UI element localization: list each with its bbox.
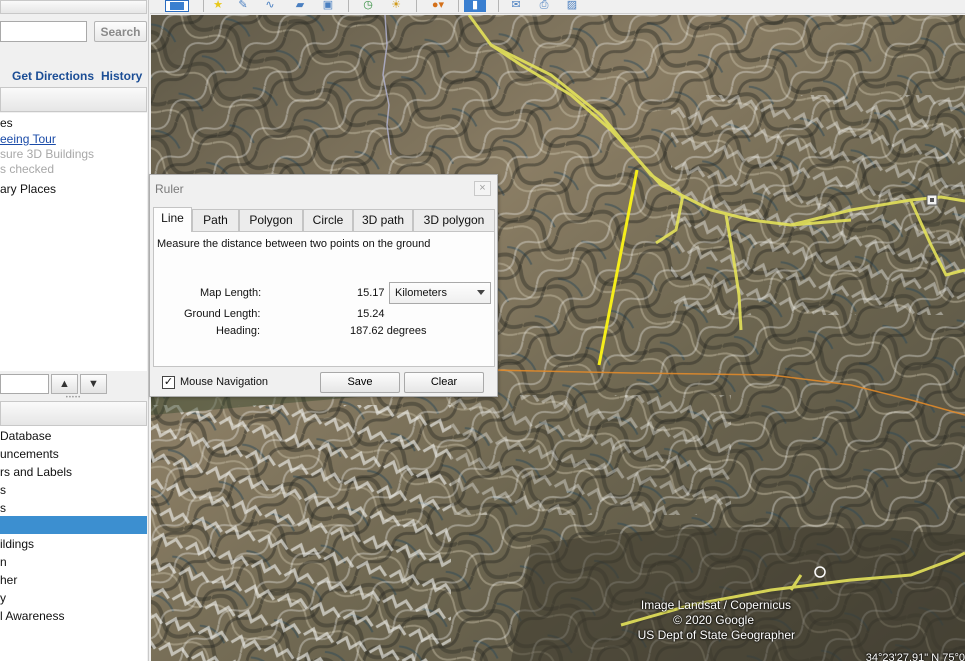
planet-icon: ●▾ <box>431 0 445 11</box>
toolbar-separator <box>416 0 417 12</box>
path-icon: ∿ <box>265 0 275 11</box>
arrow-up-icon: ▲ <box>59 378 70 390</box>
imagery-attribution: Image Landsat / Copernicus <box>640 598 791 612</box>
coordinates-readout: 34°23'27.91" N 75°0 <box>865 652 965 661</box>
move-up-button[interactable]: ▲ <box>51 374 78 394</box>
layer-item[interactable]: s <box>0 501 6 515</box>
clear-button[interactable]: Clear <box>404 372 484 393</box>
tab-path[interactable]: Path <box>192 209 239 231</box>
email-icon: ✉ <box>511 0 521 11</box>
planets-button[interactable]: ●▾ <box>424 0 452 12</box>
add-placemark-button[interactable]: ★ <box>208 0 228 12</box>
tab-3d-path[interactable]: 3D path <box>353 209 413 231</box>
search-button[interactable]: Search <box>94 21 147 42</box>
ruler-instruction: Measure the distance between two points … <box>157 238 431 250</box>
unit-select-value: Kilometers <box>395 287 447 299</box>
panel-resize-grip[interactable]: ••••• <box>0 395 147 401</box>
places-panel-header[interactable] <box>0 87 147 112</box>
layer-item[interactable]: s <box>0 483 6 497</box>
move-down-button[interactable]: ▼ <box>80 374 107 394</box>
search-panel-header[interactable] <box>0 0 147 14</box>
layer-item[interactable]: ildings <box>0 537 34 551</box>
sunlight-button[interactable]: ☀ <box>386 0 406 12</box>
layers-panel: Database uncements rs and Labels s s ild… <box>0 426 147 661</box>
heading-value: 187.62 degrees <box>350 325 427 337</box>
polygon-icon: ✎ <box>238 0 248 11</box>
map-length-label: Map Length: <box>200 287 262 299</box>
clock-icon: ◷ <box>363 0 373 11</box>
save-button[interactable]: Save <box>320 372 400 393</box>
ruler-tab-panel: Measure the distance between two points … <box>153 231 495 367</box>
ground-length-label: Ground Length: <box>184 308 261 320</box>
save-image-button[interactable]: ▨ <box>562 0 582 12</box>
email-button[interactable]: ✉ <box>506 0 526 12</box>
mouse-navigation-checkbox[interactable]: ✓ <box>162 376 175 389</box>
unit-select[interactable]: Kilometers <box>389 282 491 304</box>
tab-line[interactable]: Line <box>153 207 192 232</box>
ruler-dialog-title: Ruler <box>155 182 184 196</box>
sidebar: Search Get Directions History es eeing T… <box>0 0 149 661</box>
layer-item[interactable]: uncements <box>0 447 59 461</box>
selected-layer-highlight <box>0 516 147 534</box>
layer-item[interactable]: l Awareness <box>0 609 64 623</box>
close-button[interactable]: × <box>474 181 491 196</box>
close-icon: × <box>479 182 486 194</box>
chevron-down-icon <box>477 290 485 295</box>
places-filter-input[interactable] <box>0 374 49 394</box>
places-item-disabled: sure 3D Buildings <box>0 147 95 161</box>
layer-item[interactable]: her <box>0 573 17 587</box>
tab-3d-polygon[interactable]: 3D polygon <box>413 209 495 231</box>
mouse-navigation-label[interactable]: Mouse Navigation <box>180 376 268 388</box>
star-icon: ★ <box>213 0 223 11</box>
history-link[interactable]: History <box>101 69 142 83</box>
road-marker-icon[interactable] <box>926 194 938 206</box>
sun-icon: ☀ <box>391 0 401 11</box>
layers-panel-header[interactable] <box>0 401 147 426</box>
data-attribution: US Dept of State Geographer <box>637 628 795 642</box>
places-item[interactable]: es <box>0 116 13 130</box>
places-panel: es eeing Tour sure 3D Buildings s checke… <box>0 113 147 371</box>
map-length-value: 15.17 <box>357 287 385 299</box>
print-icon: ⎙ <box>539 0 549 11</box>
ruler-dialog: Ruler × Line Path Polygon Circle 3D path… <box>149 174 498 397</box>
tab-polygon[interactable]: Polygon <box>239 209 303 231</box>
record-icon: ▣ <box>322 0 334 11</box>
get-directions-link[interactable]: Get Directions <box>12 69 94 83</box>
image-icon: ▨ <box>566 0 578 11</box>
layer-item[interactable]: Database <box>0 429 51 443</box>
layer-item[interactable]: y <box>0 591 6 605</box>
overlay-icon: ▰ <box>295 0 305 11</box>
arrow-down-icon: ▼ <box>88 378 99 390</box>
layer-item[interactable]: rs and Labels <box>0 465 72 479</box>
tab-circle[interactable]: Circle <box>303 209 353 231</box>
toolbar: ★ ✎ ∿ ▰ ▣ ◷ ☀ ●▾ ▮ ✉ ⎙ ▨ <box>150 0 965 14</box>
ground-length-value: 15.24 <box>357 308 385 320</box>
temporary-places-item[interactable]: ary Places <box>0 182 56 196</box>
checkmark-icon: ✓ <box>163 376 174 388</box>
historical-imagery-button[interactable]: ◷ <box>358 0 378 12</box>
sightseeing-tour-link[interactable]: eeing Tour <box>0 132 56 146</box>
add-overlay-button[interactable]: ▰ <box>290 0 310 12</box>
toolbar-separator <box>498 0 499 12</box>
places-item-disabled: s checked <box>0 162 55 176</box>
heading-label: Heading: <box>216 325 261 337</box>
copyright-attribution: © 2020 Google <box>673 613 754 627</box>
add-polygon-button[interactable]: ✎ <box>233 0 253 12</box>
sidebar-icon <box>170 2 184 10</box>
add-path-button[interactable]: ∿ <box>260 0 280 12</box>
print-button[interactable]: ⎙ <box>534 0 554 12</box>
toolbar-separator <box>458 0 459 12</box>
toolbar-separator <box>348 0 349 12</box>
record-tour-button[interactable]: ▣ <box>318 0 338 12</box>
sidebar-toggle-button[interactable] <box>165 0 189 12</box>
ruler-icon: ▮ <box>471 0 479 11</box>
toolbar-separator <box>203 0 204 12</box>
ruler-button[interactable]: ▮ <box>464 0 486 12</box>
search-input[interactable] <box>0 21 87 42</box>
layer-item[interactable]: n <box>0 555 7 569</box>
